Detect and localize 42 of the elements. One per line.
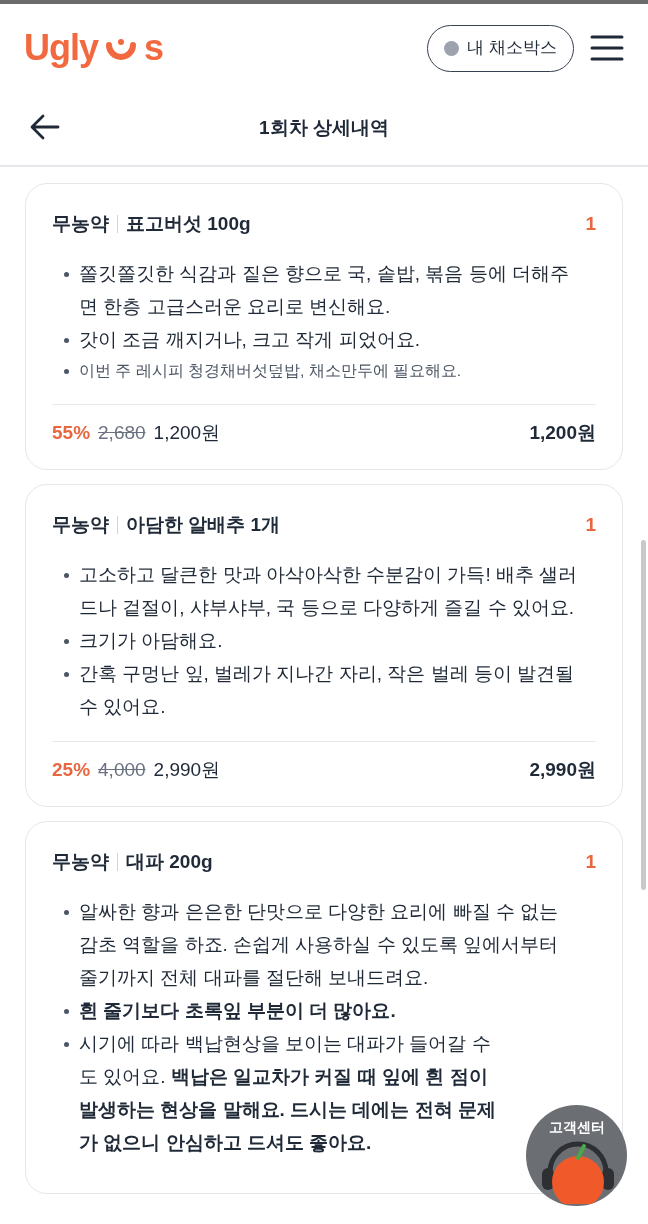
description-text: 쫄깃쫄깃한 식감과 짙은 향으로 국, 솥밥, 볶음 등에 더해주면 한층 고급스러운 요리로 변신해요. (79, 261, 570, 319)
my-box-button[interactable]: 내 채소박스 (427, 24, 574, 72)
sale-price: 2,990원 (153, 757, 221, 782)
product-tag: 무농약 (52, 511, 109, 540)
description-text: 이번 주 레시피 청경채버섯덮밥, 채소만두에 필요해요. (79, 360, 462, 381)
bullet-icon (64, 1041, 69, 1047)
description-text: 알싸한 향과 은은한 단맛으로 다양한 요리에 빠질 수 없는 감초 역할을 하죠. 손쉽게 사용하실 수 있도록 잎에서부터 줄기까지 전체 대파를 절단해 보내드려요. (79, 899, 560, 990)
quantity: 1 (585, 850, 596, 874)
bullet-icon (64, 337, 69, 343)
total-price: 2,990원 (529, 757, 596, 782)
bullet-icon (64, 909, 69, 915)
description-text: 시기에 따라 백납현상을 보이는 대파가 들어갈 수도 있어요. 백납은 일교차가 커질 때 잎에 흰 점이 발생하는 현상을 말해요. 드시는 데에는 전혀 문제가 없으니 안심하고 드셔도 좋아요. (79, 1031, 497, 1155)
menu-icon[interactable] (590, 34, 624, 62)
product-tag: 무농약 (52, 848, 109, 877)
bullet-icon (64, 368, 69, 374)
logo[interactable]: Ugly s (24, 30, 164, 66)
quantity: 1 (585, 212, 596, 236)
original-price: 4,000 (98, 757, 146, 782)
sale-price: 1,200원 (153, 420, 221, 445)
description-text: 갓이 조금 깨지거나, 크고 작게 피었어요. (79, 327, 420, 352)
description-text: 흰 줄기보다 초록잎 부분이 더 많아요. (79, 998, 396, 1023)
bullet-icon (64, 271, 69, 277)
bullet-icon (64, 638, 69, 644)
description-text: 크기가 아담해요. (79, 628, 223, 653)
original-price: 2,680 (98, 420, 146, 445)
product-tag: 무농약 (52, 210, 109, 239)
discount-rate: 55% (52, 420, 91, 445)
description-text: 고소하고 달큰한 맛과 아삭아삭한 수분감이 가득! 배추 샐러드나 겉절이, 샤부샤부, 국 등으로 다양하게 즐길 수 있어요. (79, 562, 579, 620)
product-name: 대파 200g (126, 850, 213, 874)
bullet-icon (64, 1008, 69, 1014)
quantity: 1 (585, 513, 596, 537)
scrollbar[interactable] (641, 540, 646, 890)
bullet-icon (64, 671, 69, 677)
back-icon[interactable] (30, 114, 60, 140)
product-name: 표고버섯 100g (126, 212, 251, 236)
bullet-icon (64, 572, 69, 578)
total-price: 1,200원 (529, 420, 596, 445)
discount-rate: 25% (52, 757, 91, 782)
customer-center-button[interactable]: 고객센터 (526, 1105, 627, 1206)
description-text: 간혹 구멍난 잎, 벌레가 지나간 자리, 작은 벌레 등이 발견될 수 있어요. (79, 661, 576, 719)
page-title: 1회차 상세내역 (259, 116, 389, 141)
product-name: 아담한 알배추 1개 (126, 513, 281, 537)
